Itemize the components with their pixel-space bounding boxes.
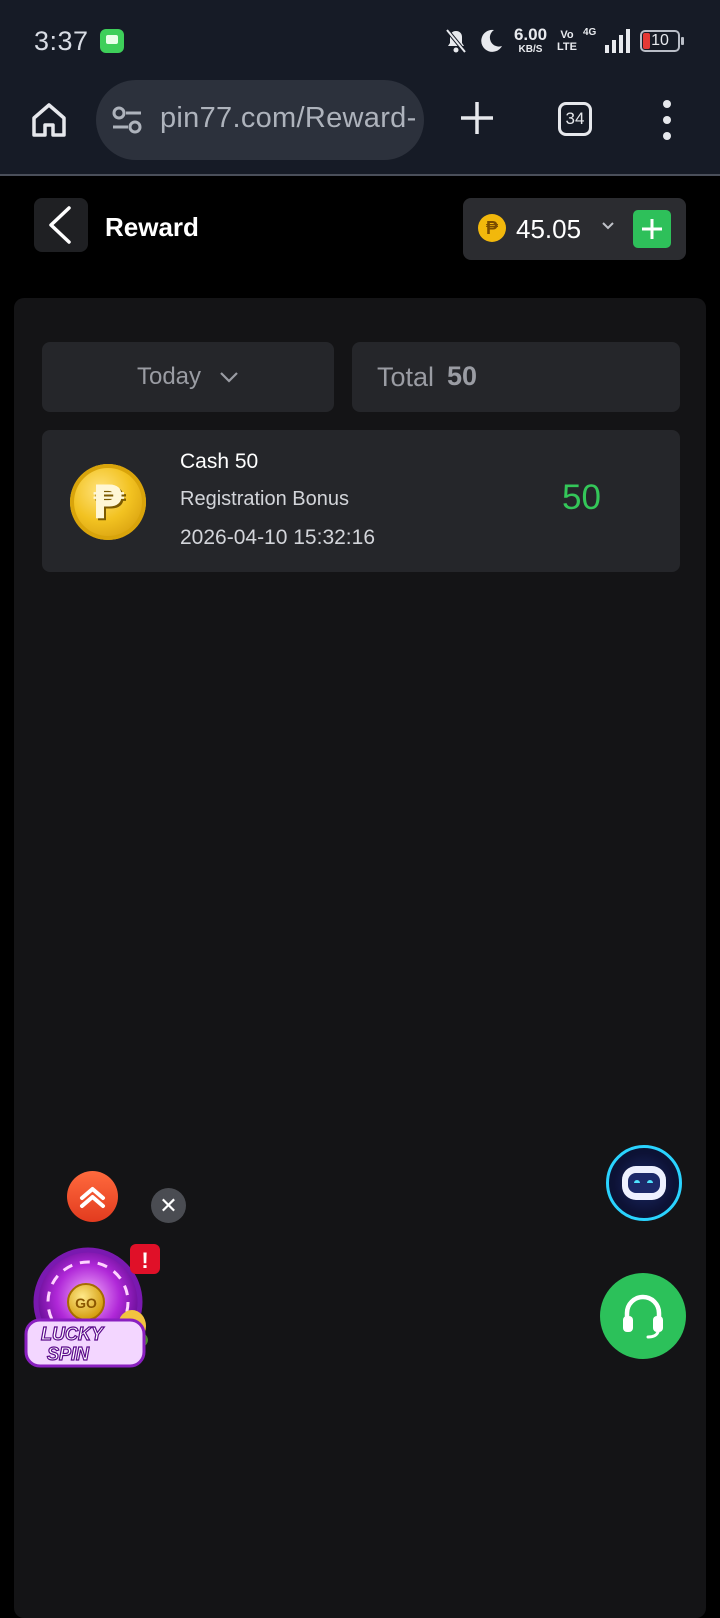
deposit-add-button[interactable] [633,210,671,248]
lucky-spin-widget[interactable]: GO ! LUCKY SPIN [22,1244,162,1380]
status-bar: 3:37 6.00 KB/S Vo LTE 4G 10 [0,0,720,80]
close-icon[interactable]: ✕ [151,1188,186,1223]
page-header: Reward ₱ 45.05 [0,176,720,276]
total-value: 50 [447,361,478,391]
volte-bottom: LTE [557,41,577,53]
new-tab-icon[interactable] [457,98,497,138]
messages-notification-icon [100,29,124,53]
reward-panel: Today Total 50 ₱ Cash 50 Registration Bo… [14,298,706,1618]
network-speed-value: 6.00 [513,25,548,44]
peso-coin-icon: ₱ [70,464,146,540]
mute-bell-icon [445,28,467,54]
network-type: 4G [583,27,597,38]
status-time: 3:37 [34,26,89,56]
lucky-spin-title-top: LUCKY [41,1324,105,1344]
back-button[interactable] [34,198,88,252]
status-icons: 6.00 KB/S Vo LTE 4G 10 [444,24,684,58]
tab-count: 34 [565,109,585,128]
home-icon[interactable] [29,100,69,140]
headset-icon [623,1294,663,1339]
list-item: ₱ Cash 50 Registration Bonus 2026-04-10 … [42,430,680,572]
lucky-spin-alert: ! [141,1248,148,1273]
do-not-disturb-moon-icon [481,29,502,52]
browser-toolbar: pin77.com/Reward- 34 [0,80,720,176]
robot-icon [622,1166,666,1200]
network-speed-unit: KB/S [518,44,543,55]
reward-amount: 50 [562,478,601,517]
date-filter-label: Today [136,363,202,390]
customer-support-button[interactable] [600,1273,686,1359]
url-text: pin77.com/Reward- [160,102,417,134]
chevron-down-icon [220,372,238,383]
peso-coin-icon: ₱ [478,214,506,242]
plus-icon [642,219,662,239]
chevron-left-icon [49,206,71,244]
date-filter-dropdown[interactable]: Today [42,342,334,412]
reward-timestamp: 2026-04-10 15:32:16 [180,526,375,549]
signal-strength-icon: 4G [583,27,630,53]
reward-subtitle: Registration Bonus [180,488,349,510]
total-label: Total [377,362,435,392]
site-settings-icon[interactable] [112,106,142,134]
page-title: Reward [105,212,199,242]
network-speed: 6.00 KB/S [514,26,547,56]
wallet-balance-selector[interactable]: ₱ 45.05 [463,198,686,260]
battery-level: 10 [651,32,669,49]
battery-icon: 10 [640,30,684,52]
wallet-balance: 45.05 [516,214,582,244]
address-bar[interactable]: pin77.com/Reward- [96,80,424,160]
lucky-spin-go: GO [75,1295,97,1311]
ai-assistant-robot-button[interactable] [606,1145,682,1221]
reward-title: Cash 50 [180,450,259,473]
double-chevron-up-icon [80,1187,105,1208]
tab-switcher-button[interactable]: 34 [558,102,592,136]
lucky-spin-title-bottom: SPIN [47,1344,90,1364]
scroll-to-top-button[interactable] [67,1171,118,1222]
volte-indicator: Vo LTE [557,29,577,53]
volte-top: Vo [560,29,574,41]
chevron-down-icon [602,222,614,230]
browser-menu-icon[interactable] [662,100,672,140]
total-summary: Total 50 [352,342,680,412]
